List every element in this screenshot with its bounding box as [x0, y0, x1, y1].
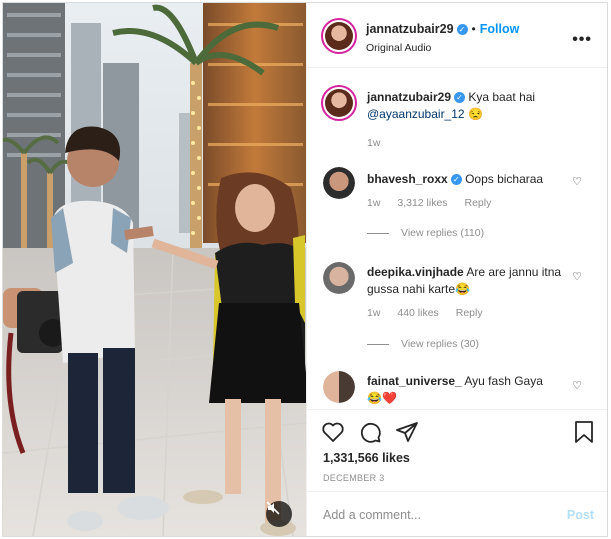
post-actions-bar: 1,331,566 likes DECEMBER 3 [307, 409, 607, 491]
video-player[interactable] [3, 3, 306, 536]
comment-time[interactable]: 1w [367, 197, 380, 209]
post-header: jannatzubair29 ✓ • Follow Original Audio ••… [307, 3, 607, 68]
bookmark-icon[interactable] [572, 420, 596, 444]
caption-text: Kya baat hai [468, 90, 536, 104]
comment-emoji: 😂❤️ [367, 391, 397, 405]
follow-button[interactable]: Follow [480, 22, 520, 36]
post-date[interactable]: DECEMBER 3 [323, 473, 385, 483]
post-side-panel: jannatzubair29 ✓ • Follow Original Audio ••… [306, 3, 607, 536]
heart-icon[interactable] [321, 420, 345, 444]
comment-like-heart-icon[interactable]: ♡ [572, 175, 582, 188]
comment-composer: Post [307, 491, 607, 536]
caption-emoji: 😒 [467, 107, 483, 121]
post-comment-button[interactable]: Post [567, 508, 594, 522]
comment-likes[interactable]: 3,312 likes [397, 197, 447, 209]
author-username[interactable]: jannatzubair29 [366, 22, 454, 36]
commenter-avatar[interactable] [323, 167, 355, 199]
more-options-icon[interactable]: ••• [572, 31, 592, 49]
mute-toggle-button[interactable] [266, 501, 292, 527]
speaker-muted-icon [266, 501, 280, 515]
comment-username[interactable]: bhavesh_roxx [367, 172, 448, 186]
caption-time[interactable]: 1w [367, 137, 380, 149]
reply-button[interactable]: Reply [464, 197, 491, 209]
paper-plane-icon[interactable] [395, 420, 419, 444]
commenter-avatar[interactable] [323, 371, 355, 403]
comment-likes[interactable]: 440 likes [397, 307, 438, 319]
reply-button[interactable]: Reply [456, 307, 483, 319]
add-comment-input[interactable] [323, 505, 553, 525]
commenter-avatar[interactable] [323, 262, 355, 294]
comment-username[interactable]: fainat_universe_ [367, 374, 462, 388]
view-replies-button[interactable]: View replies (30) [367, 338, 479, 350]
comment-like-heart-icon[interactable]: ♡ [572, 270, 582, 283]
author-avatar[interactable] [321, 18, 357, 54]
video-frame-illustration [3, 3, 306, 536]
audio-label[interactable]: Original Audio [366, 42, 431, 54]
likes-count[interactable]: 1,331,566 likes [323, 451, 410, 465]
verified-badge-icon: ✓ [456, 24, 468, 36]
comment-icon[interactable] [358, 420, 382, 444]
caption-avatar[interactable] [321, 85, 357, 121]
verified-badge-icon: ✓ [450, 174, 462, 186]
comment-like-heart-icon[interactable]: ♡ [572, 379, 582, 392]
view-replies-button[interactable]: View replies (110) [367, 227, 484, 239]
verified-badge-icon: ✓ [454, 92, 466, 104]
author-line: jannatzubair29 ✓ • Follow [366, 22, 520, 36]
caption-mention-link[interactable]: @ayaanzubair_12 [367, 107, 465, 121]
caption-username[interactable]: jannatzubair29 [367, 90, 451, 104]
comment-username[interactable]: deepika.vinjhade [367, 265, 464, 279]
comments-list[interactable]: jannatzubair29 ✓ Kya baat hai @ayaanzubai… [307, 69, 607, 409]
comment-text: Ayu fash Gaya [464, 374, 543, 388]
instagram-post-window: jannatzubair29 ✓ • Follow Original Audio ••… [2, 2, 608, 537]
comment-time[interactable]: 1w [367, 307, 380, 319]
comment-text: Oops bicharaa [465, 172, 544, 186]
